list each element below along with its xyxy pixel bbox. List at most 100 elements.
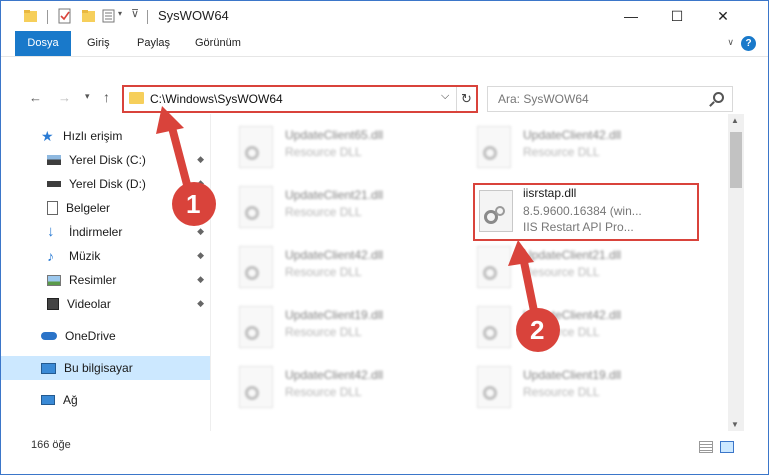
refresh-button[interactable]: ↻	[456, 87, 476, 111]
file-name: UpdateClient42.dll	[285, 368, 384, 382]
sidebar-item-label: Belgeler	[66, 201, 111, 215]
toolbar-divider	[47, 10, 48, 24]
sidebar-item-label: İndirmeler	[69, 225, 123, 239]
file-item[interactable]: UpdateClient42.dll Resource DLL	[227, 360, 447, 412]
file-name: UpdateClient19.dll	[523, 368, 622, 382]
file-list: UpdateClient65.dll Resource DLL UpdateCl…	[213, 114, 727, 431]
forward-button[interactable]: →	[58, 90, 71, 105]
file-item[interactable]: UpdateClient21.dll Resource DLL	[465, 240, 685, 292]
address-dropdown-icon[interactable]: ⌵	[441, 90, 449, 103]
file-item[interactable]: UpdateClient42.dll Resource DLL	[465, 120, 685, 172]
file-description: Resource DLL	[523, 385, 600, 399]
drive-c-icon	[47, 155, 61, 165]
sidebar-item-quick-access[interactable]: ★ Hızlı erişim	[41, 124, 201, 148]
sidebar-item-onedrive[interactable]: OneDrive	[41, 324, 210, 348]
folder-icon	[24, 10, 37, 22]
sidebar-item-label: Ağ	[63, 393, 78, 407]
file-item[interactable]: UpdateClient19.dll Resource DLL	[465, 360, 685, 412]
file-description: Resource DLL	[285, 385, 362, 399]
sidebar-item-disk-d[interactable]: Yerel Disk (D:) ◆	[47, 172, 210, 196]
pin-icon[interactable]: ◆	[197, 202, 204, 213]
music-icon: ♪	[47, 248, 54, 264]
tab-gorunum[interactable]: Görünüm	[185, 31, 251, 56]
pin-icon[interactable]: ◆	[197, 274, 204, 285]
details-view-icon[interactable]	[699, 441, 713, 453]
new-folder-icon[interactable]	[81, 8, 97, 24]
search-box[interactable]: Ara: SysWOW64	[487, 86, 733, 112]
tab-dosya[interactable]: Dosya	[15, 31, 71, 56]
gear-icon	[245, 206, 259, 220]
up-button[interactable]: ↑	[103, 89, 110, 105]
qa-more-icon[interactable]: ⊽	[131, 7, 139, 23]
file-item[interactable]: UpdateClient42.dll Resource DLL	[465, 300, 685, 352]
sidebar-item-belgeler[interactable]: Belgeler ◆	[47, 196, 210, 220]
recent-locations-button[interactable]: ▾	[85, 91, 90, 102]
file-item-iisrstap[interactable]: iisrstap.dll 8.5.9600.16384 (win... IIS …	[475, 184, 695, 242]
ribbon-tabs: Dosya Giriş Paylaş Görünüm ∨ ?	[1, 31, 768, 57]
sidebar-item-indirmeler[interactable]: ↓ İndirmeler ◆	[47, 220, 210, 244]
pin-icon[interactable]: ◆	[197, 226, 204, 237]
gear-icon	[483, 146, 497, 160]
drive-d-icon	[47, 181, 61, 187]
scroll-down-icon[interactable]: ▼	[731, 420, 739, 429]
window-title: SysWOW64	[158, 8, 229, 23]
gear-icon	[245, 146, 259, 160]
tab-paylas[interactable]: Paylaş	[127, 31, 180, 56]
file-name: UpdateClient19.dll	[285, 308, 384, 322]
download-icon: ↓	[47, 223, 55, 240]
back-button[interactable]: ←	[29, 90, 42, 105]
item-count: 166 öğe	[31, 439, 71, 451]
help-icon[interactable]: ?	[741, 36, 756, 51]
file-name: UpdateClient42.dll	[523, 308, 622, 322]
maximize-button[interactable]: ☐	[654, 1, 700, 31]
file-item[interactable]: UpdateClient65.dll Resource DLL	[227, 120, 447, 172]
network-icon	[41, 395, 55, 405]
qa-dropdown-icon[interactable]: ▾	[118, 9, 122, 25]
pin-icon[interactable]: ◆	[197, 298, 204, 309]
scrollbar-thumb[interactable]	[730, 132, 742, 188]
file-description: Resource DLL	[523, 265, 600, 279]
tab-giris[interactable]: Giriş	[77, 31, 120, 56]
file-item[interactable]: UpdateClient42.dll Resource DLL	[227, 240, 447, 292]
search-input[interactable]: Ara: SysWOW64	[498, 92, 589, 106]
sidebar-item-network[interactable]: Ağ	[41, 388, 210, 412]
close-button[interactable]: ✕	[700, 1, 746, 31]
customize-qa-icon[interactable]	[102, 8, 118, 24]
sidebar-item-videolar[interactable]: Videolar ◆	[47, 292, 210, 316]
pin-icon[interactable]: ◆	[197, 154, 204, 165]
file-name: UpdateClient21.dll	[285, 188, 384, 202]
file-name: UpdateClient42.dll	[285, 248, 384, 262]
scroll-up-icon[interactable]: ▲	[731, 116, 739, 125]
address-bar[interactable]: C:\Windows\SysWOW64 ⌵ ↻	[122, 85, 478, 113]
pin-icon[interactable]: ◆	[197, 178, 204, 189]
file-description: Resource DLL	[285, 205, 362, 219]
computer-icon	[41, 362, 56, 374]
expand-ribbon-icon[interactable]: ∨	[727, 37, 734, 48]
sidebar-item-label: Videolar	[67, 297, 111, 311]
sidebar-item-muzik[interactable]: ♪ Müzik ◆	[47, 244, 210, 268]
sidebar-item-label: Yerel Disk (C:)	[69, 153, 146, 167]
file-item[interactable]: UpdateClient21.dll Resource DLL	[227, 180, 447, 232]
file-description: Resource DLL	[285, 265, 362, 279]
vertical-scrollbar[interactable]: ▲ ▼	[728, 114, 744, 431]
gear-icon	[483, 326, 497, 340]
file-version: 8.5.9600.16384 (win...	[523, 204, 642, 218]
gear-icon	[483, 386, 497, 400]
large-icons-view-icon[interactable]	[720, 441, 734, 453]
file-item[interactable]: UpdateClient19.dll Resource DLL	[227, 300, 447, 352]
minimize-button[interactable]: —	[608, 1, 654, 31]
gear-icon	[245, 266, 259, 280]
sidebar-item-this-pc[interactable]: Bu bilgisayar	[1, 356, 210, 380]
address-path[interactable]: C:\Windows\SysWOW64	[150, 92, 283, 106]
sidebar-item-resimler[interactable]: Resimler ◆	[47, 268, 210, 292]
title-divider	[147, 10, 148, 24]
search-icon[interactable]	[713, 92, 724, 103]
properties-icon[interactable]	[57, 8, 73, 24]
file-name: iisrstap.dll	[523, 186, 577, 200]
sidebar-item-label: Hızlı erişim	[63, 129, 123, 143]
navigation-pane: ★ Hızlı erişim Yerel Disk (C:) ◆ Yerel D…	[1, 114, 211, 431]
sidebar-item-disk-c[interactable]: Yerel Disk (C:) ◆	[47, 148, 210, 172]
sidebar-item-label: Yerel Disk (D:)	[69, 177, 146, 191]
pin-icon[interactable]: ◆	[197, 250, 204, 261]
file-description: Resource DLL	[285, 145, 362, 159]
